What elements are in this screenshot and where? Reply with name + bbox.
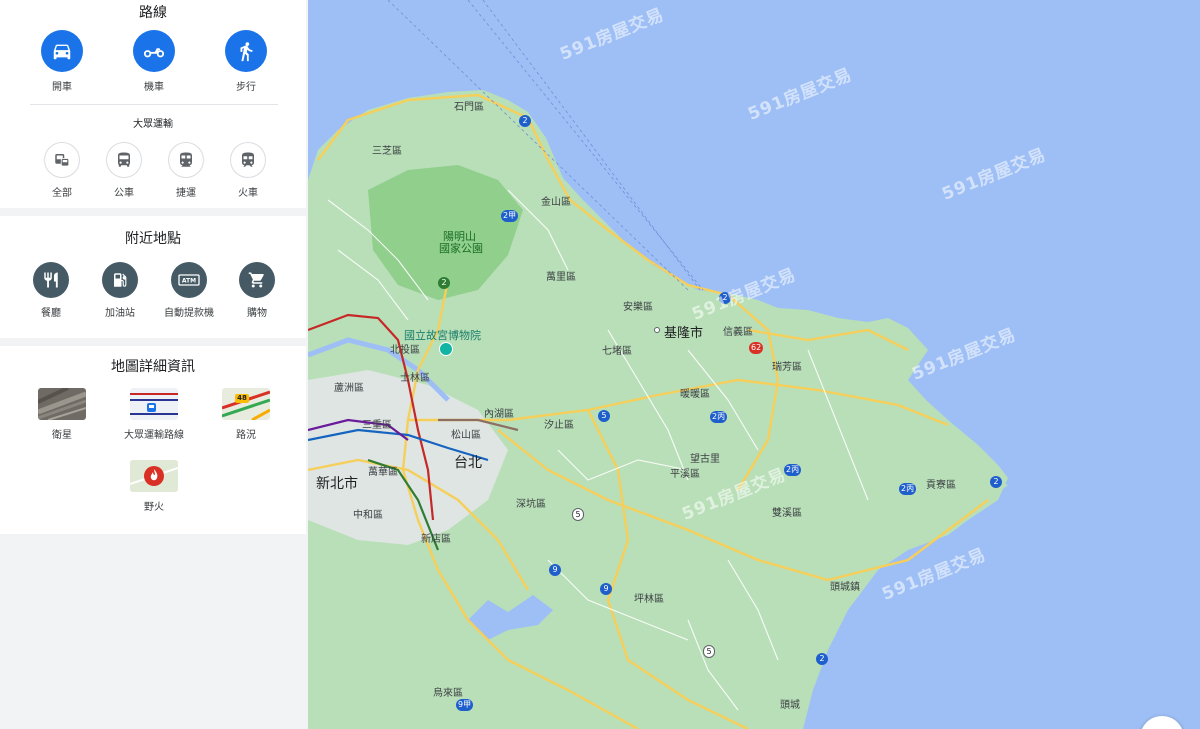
keelung-city-dot-icon: [654, 327, 660, 333]
motorcycle-label: 機車: [144, 82, 164, 93]
route-shield: 2丙: [710, 411, 728, 423]
walk-label: 步行: [236, 82, 256, 93]
transit-thumbnail: [130, 388, 178, 420]
traffic-route-badge: 48: [237, 394, 247, 402]
route-shield: 5: [572, 508, 584, 521]
route-shield: 62: [749, 342, 764, 354]
transit-lines-label: 大眾運輸路線: [124, 430, 184, 441]
restaurant-label: 餐廳: [41, 308, 61, 319]
atm-button[interactable]: ATM 自動提款機: [154, 262, 224, 319]
satellite-layer-button[interactable]: 衛星: [27, 388, 97, 441]
satellite-label: 衛星: [52, 430, 72, 441]
gas-station-icon: [102, 262, 138, 298]
drive-button[interactable]: 開車: [27, 30, 97, 93]
shopping-button[interactable]: 購物: [222, 262, 292, 319]
motorcycle-button[interactable]: 機車: [119, 30, 189, 93]
transit-layer-button[interactable]: 大眾運輸路線: [119, 388, 189, 441]
all-transit-icon: [44, 142, 80, 178]
traffic-label: 路況: [236, 430, 256, 441]
metro-button[interactable]: 捷運: [151, 142, 221, 199]
satellite-thumbnail: [38, 388, 86, 420]
traffic-thumbnail: 48: [222, 388, 270, 420]
nearby-card: 附近地點 餐廳 加油站 ATM 自動提款機 購物: [0, 216, 306, 338]
route-shield: 9: [549, 564, 561, 576]
atm-label: 自動提款機: [164, 308, 214, 319]
all-transit-label: 全部: [52, 188, 72, 199]
museum-pin-icon[interactable]: [439, 342, 453, 356]
bus-icon: [106, 142, 142, 178]
routes-title: 路線: [139, 5, 167, 21]
map-details-card: 地圖詳細資訊 衛星 大眾運輸路線 48 路況 野火: [0, 346, 306, 534]
route-shield: 9: [600, 583, 612, 595]
svg-text:ATM: ATM: [182, 278, 196, 285]
route-shields: 2 2甲 2 2 62 2丙 2丙 5 2丙 2 5 9 9 5 2 9甲: [308, 0, 1200, 729]
metro-label: 捷運: [176, 188, 196, 199]
train-button[interactable]: 火車: [213, 142, 283, 199]
walk-button[interactable]: 步行: [211, 30, 281, 93]
all-transit-button[interactable]: 全部: [27, 142, 97, 199]
shopping-label: 購物: [247, 308, 267, 319]
wildfire-layer-button[interactable]: 野火: [119, 460, 189, 513]
route-shield: 2: [990, 476, 1002, 488]
transit-title: 大眾運輸: [133, 119, 173, 130]
restaurant-icon: [33, 262, 69, 298]
gas-station-button[interactable]: 加油站: [85, 262, 155, 319]
train-icon: [230, 142, 266, 178]
routes-divider: [30, 104, 278, 105]
bus-button[interactable]: 公車: [89, 142, 159, 199]
train-label: 火車: [238, 188, 258, 199]
route-shield: 5: [598, 410, 610, 422]
restaurant-button[interactable]: 餐廳: [16, 262, 86, 319]
route-shield: 2: [816, 653, 828, 665]
atm-icon: ATM: [171, 262, 207, 298]
wildfire-thumbnail: [130, 460, 178, 492]
route-shield: 2丙: [899, 483, 917, 495]
route-shield: 5: [703, 645, 715, 658]
route-shield: 2: [519, 115, 531, 127]
map-canvas[interactable]: 石門區 三芝區 金山區 陽明山 國家公園 萬里區 安樂區 基隆市 信義區 國立故…: [308, 0, 1200, 729]
route-shield: 2甲: [501, 210, 519, 222]
map-details-title: 地圖詳細資訊: [111, 359, 195, 375]
route-shield: 2丙: [784, 464, 802, 476]
car-icon: [41, 30, 83, 72]
metro-icon: [168, 142, 204, 178]
side-panel: 路線 開車 機車 步行 大眾運輸 全部 公車 捷運 火車 附近地點 餐廳 加油站…: [0, 0, 308, 729]
shopping-cart-icon: [239, 262, 275, 298]
drive-label: 開車: [52, 82, 72, 93]
nearby-title: 附近地點: [125, 231, 181, 247]
traffic-layer-button[interactable]: 48 路況: [211, 388, 281, 441]
walk-icon: [225, 30, 267, 72]
route-shield: 2: [438, 277, 450, 289]
route-shield: 2: [719, 292, 731, 304]
route-shield: 9甲: [456, 699, 474, 711]
bus-label: 公車: [114, 188, 134, 199]
wildfire-label: 野火: [144, 502, 164, 513]
routes-card: 路線 開車 機車 步行 大眾運輸 全部 公車 捷運 火車: [0, 0, 306, 208]
motorcycle-icon: [133, 30, 175, 72]
gas-station-label: 加油站: [105, 308, 135, 319]
